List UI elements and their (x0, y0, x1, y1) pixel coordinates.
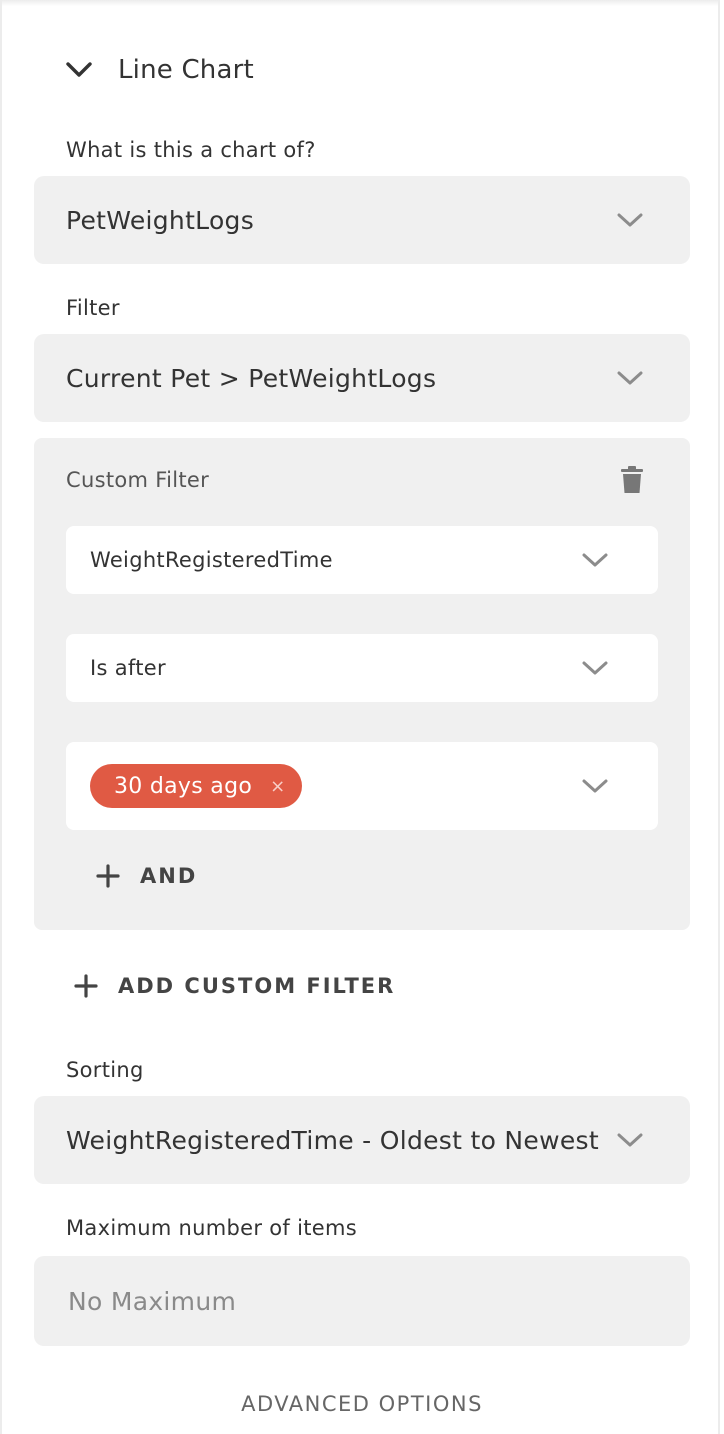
chevron-down-icon (66, 48, 118, 92)
max-items-field (34, 1256, 690, 1346)
add-and-label: AND (140, 864, 198, 888)
chevron-down-icon (614, 1129, 646, 1151)
chevron-down-icon (614, 209, 646, 231)
chart-of-label: What is this a chart of? (66, 138, 316, 162)
max-items-label: Maximum number of items (66, 1216, 357, 1240)
filter-dropdown[interactable]: Current Pet > PetWeightLogs (34, 334, 690, 422)
filter-value: Current Pet > PetWeightLogs (66, 363, 437, 393)
top-shadow (2, 0, 718, 6)
custom-filter-operator-select[interactable]: Is after (66, 634, 658, 702)
chart-of-dropdown[interactable]: PetWeightLogs (34, 176, 690, 264)
section-title: Line Chart (118, 55, 254, 85)
add-and-condition-button[interactable]: AND (96, 864, 197, 888)
chart-of-value: PetWeightLogs (66, 205, 255, 235)
sorting-dropdown[interactable]: WeightRegisteredTime - Oldest to Newest (34, 1096, 690, 1184)
custom-filter-field-select[interactable]: WeightRegisteredTime (66, 526, 658, 594)
trash-icon[interactable] (620, 466, 644, 496)
custom-filter-field-value: WeightRegisteredTime (90, 548, 333, 572)
add-custom-filter-label: ADD CUSTOM FILTER (118, 974, 396, 998)
chart-settings-panel: Line Chart What is this a chart of? PetW… (0, 0, 720, 1434)
chevron-down-icon (580, 776, 610, 796)
max-items-input[interactable] (66, 1285, 630, 1317)
sorting-label: Sorting (66, 1058, 144, 1082)
close-icon[interactable]: × (270, 776, 285, 797)
chevron-down-icon (580, 550, 610, 570)
value-tag: 30 days ago × (90, 764, 302, 808)
custom-filter-value-select[interactable]: 30 days ago × (66, 742, 658, 830)
advanced-options-link[interactable]: ADVANCED OPTIONS (2, 1392, 722, 1416)
custom-filter-operator-value: Is after (90, 656, 166, 680)
value-tag-label: 30 days ago (114, 773, 253, 799)
plus-icon (96, 864, 120, 888)
section-header-toggle[interactable]: Line Chart (66, 48, 254, 92)
sorting-value: WeightRegisteredTime - Oldest to Newest (66, 1125, 599, 1155)
custom-filter-title: Custom Filter (66, 468, 210, 492)
add-custom-filter-button[interactable]: ADD CUSTOM FILTER (74, 974, 395, 998)
filter-label: Filter (66, 296, 120, 320)
custom-filter-card: Custom Filter WeightRegisteredTime Is af… (34, 438, 690, 930)
chevron-down-icon (580, 658, 610, 678)
plus-icon (74, 974, 98, 998)
chevron-down-icon (614, 367, 646, 389)
